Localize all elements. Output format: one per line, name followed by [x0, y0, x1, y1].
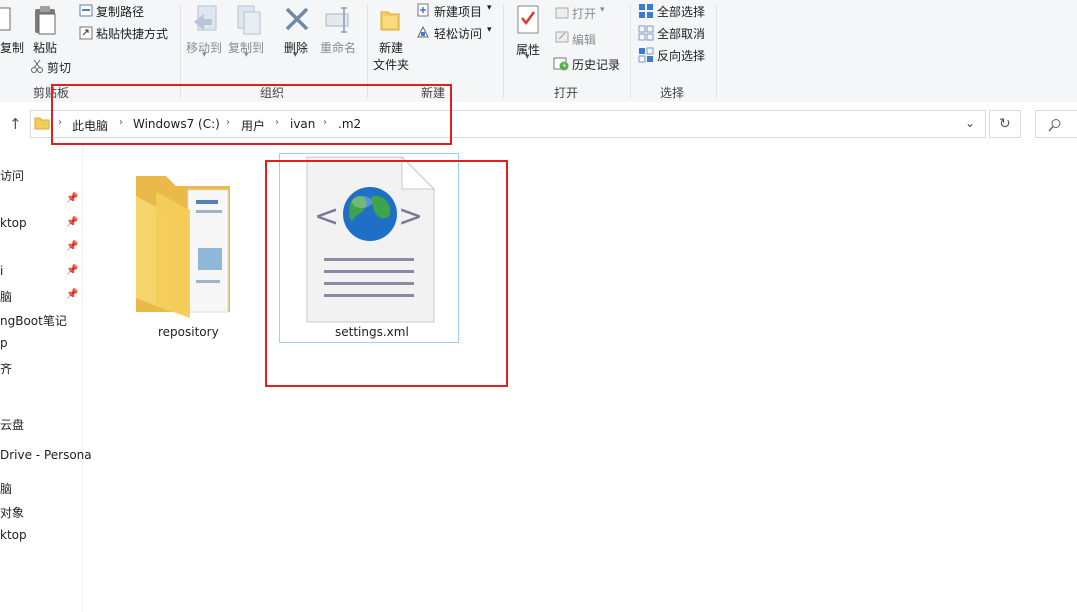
pin-icon: 📌	[66, 289, 79, 300]
search-icon[interactable]	[1048, 118, 1062, 132]
nav-item-3d-objects[interactable]: 对象	[0, 504, 24, 521]
nav-item-desktop[interactable]: ktop	[0, 216, 27, 230]
select-all-icon[interactable]	[638, 3, 654, 19]
delete-icon[interactable]	[284, 6, 310, 32]
new-item-dropdown-icon[interactable]: ▾	[487, 3, 492, 13]
move-to-dropdown-icon[interactable]: ▾	[202, 50, 207, 60]
chevron-down-icon[interactable]: ⌄	[965, 116, 975, 130]
cut-label[interactable]: 剪切	[47, 59, 71, 76]
easy-access-icon[interactable]	[416, 25, 430, 39]
copy-to-icon[interactable]	[234, 4, 264, 36]
move-to-icon[interactable]	[192, 4, 222, 36]
nav-item[interactable]: p	[0, 336, 8, 350]
nav-item[interactable]: i	[0, 264, 3, 278]
select-none-icon[interactable]	[638, 25, 654, 41]
open-group-label: 打开	[554, 86, 579, 100]
pin-icon: 📌	[66, 193, 79, 204]
refresh-button[interactable]: ↻	[989, 110, 1021, 138]
open-icon[interactable]	[555, 6, 569, 20]
highlight-box-address	[51, 84, 452, 145]
nav-item[interactable]: 齐	[0, 360, 12, 377]
pin-icon: 📌	[66, 265, 79, 276]
properties-icon[interactable]	[515, 4, 541, 36]
nav-item-desktop-2[interactable]: ktop	[0, 528, 27, 542]
select-group-label: 选择	[660, 86, 685, 100]
new-item-label[interactable]: 新建项目	[434, 3, 482, 20]
group-divider	[716, 4, 717, 98]
paste-button-label[interactable]: 粘贴	[33, 39, 57, 56]
copy-path-icon[interactable]	[79, 4, 93, 17]
highlight-box-settings	[265, 160, 508, 387]
rename-icon[interactable]	[324, 6, 354, 34]
cut-icon[interactable]	[30, 59, 44, 73]
copy-to-dropdown-icon[interactable]: ▾	[244, 50, 249, 60]
nav-item-springboot-notes[interactable]: ngBoot笔记	[0, 312, 67, 329]
properties-dropdown-icon[interactable]: ▾	[525, 52, 530, 62]
up-arrow-icon[interactable]: ↑	[9, 115, 22, 133]
invert-selection-label[interactable]: 反向选择	[657, 47, 705, 64]
file-item-repository[interactable]: repository	[126, 164, 250, 346]
select-none-label[interactable]: 全部取消	[657, 25, 705, 42]
nav-item-quick-access[interactable]: 访问	[0, 167, 24, 184]
open-label[interactable]: 打开	[572, 5, 596, 22]
file-name: repository	[158, 325, 219, 339]
new-folder-label-line2[interactable]: 文件夹	[373, 56, 409, 73]
group-divider	[503, 4, 504, 98]
history-icon[interactable]	[553, 55, 569, 71]
search-box[interactable]	[1035, 110, 1077, 138]
paste-shortcut-icon[interactable]	[79, 26, 93, 40]
new-folder-label-line1[interactable]: 新建	[379, 39, 403, 56]
new-item-icon[interactable]	[416, 3, 430, 17]
group-divider	[630, 4, 631, 98]
pin-icon: 📌	[66, 241, 79, 252]
easy-access-label[interactable]: 轻松访问	[434, 25, 482, 42]
nav-item-onedrive[interactable]: Drive - Persona	[0, 448, 92, 462]
invert-selection-icon[interactable]	[638, 47, 654, 63]
nav-item-cloud-drive[interactable]: 云盘	[0, 416, 24, 433]
nav-item-this-pc[interactable]: 脑	[0, 288, 12, 305]
new-folder-icon[interactable]	[379, 6, 401, 32]
folder-location-icon	[34, 115, 50, 131]
refresh-icon[interactable]: ↻	[999, 116, 1011, 132]
history-label[interactable]: 历史记录	[572, 56, 620, 73]
copy-icon[interactable]	[0, 6, 14, 34]
copy-path-label[interactable]: 复制路径	[96, 3, 144, 20]
pin-icon: 📌	[66, 217, 79, 228]
paste-shortcut-label[interactable]: 粘贴快捷方式	[96, 25, 168, 42]
edit-icon[interactable]	[555, 30, 569, 44]
folder-icon	[136, 176, 230, 318]
rename-label[interactable]: 重命名	[320, 39, 356, 56]
select-all-label[interactable]: 全部选择	[657, 3, 705, 20]
open-dropdown-icon[interactable]: ▾	[600, 5, 605, 15]
paste-icon[interactable]	[32, 4, 60, 36]
easy-access-dropdown-icon[interactable]: ▾	[487, 25, 492, 35]
nav-item-this-pc-2[interactable]: 脑	[0, 480, 12, 497]
edit-label[interactable]: 编辑	[572, 31, 596, 48]
copy-button-label[interactable]: 复制	[0, 39, 24, 56]
delete-dropdown-icon[interactable]: ▾	[293, 50, 298, 60]
